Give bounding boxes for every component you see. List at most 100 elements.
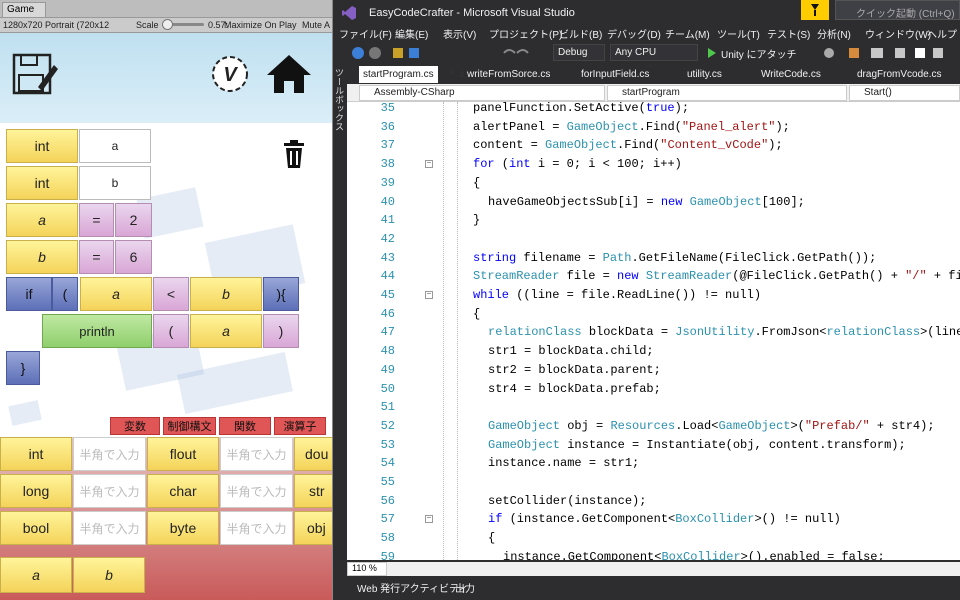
code-line[interactable]: 50 str4 = blockData.prefab; <box>347 380 960 399</box>
resolution-dropdown[interactable]: 1280x720 Portrait (720x12 <box>3 20 109 30</box>
block-type-int[interactable]: int <box>6 166 78 200</box>
code-line[interactable]: 47 relationClass blockData = JsonUtility.… <box>347 323 960 342</box>
palette-input[interactable]: 半角で入力 <box>73 511 146 545</box>
code-line[interactable]: 59 instance.GetComponent<BoxCollider>().e… <box>347 548 960 560</box>
block-compare-op[interactable]: < <box>153 277 189 311</box>
block-value[interactable]: 6 <box>115 240 152 274</box>
menu-debug[interactable]: デバッグ(D) <box>607 26 661 41</box>
code-editor[interactable]: 35 panelFunction.SetActive(true); 36 alertP… <box>347 102 960 560</box>
menu-window[interactable]: ウィンドウ(W) <box>865 26 931 41</box>
class-dropdown[interactable]: startProgram <box>607 85 847 101</box>
code-line[interactable]: 38 for (int i = 0; i < 100; i++) − <box>347 155 960 174</box>
block-println-open-paren[interactable]: ( <box>153 314 189 348</box>
block-if-close[interactable]: ){ <box>263 277 299 311</box>
code-line[interactable]: 55 <box>347 473 960 492</box>
code-line[interactable]: 45 while ((line = file.ReadLine()) != nul… <box>347 286 960 305</box>
block-var-b[interactable]: b <box>6 240 78 274</box>
member-dropdown[interactable]: Start() <box>849 85 960 101</box>
palette-type-byte[interactable]: byte <box>147 511 219 545</box>
block-println-arg[interactable]: a <box>190 314 262 348</box>
menu-analyze[interactable]: 分析(N) <box>817 26 851 41</box>
block-var-a[interactable]: a <box>6 203 78 237</box>
code-line[interactable]: 44 StreamReader file = new StreamReader(@… <box>347 267 960 286</box>
block-println-close-paren[interactable]: ) <box>263 314 299 348</box>
palette-input[interactable]: 半角で入力 <box>73 474 146 508</box>
file-tab-forinputfield[interactable]: forInputField.cs <box>581 66 649 83</box>
palette-var-b[interactable]: b <box>73 557 145 593</box>
palette-type-double[interactable]: dou <box>294 437 332 471</box>
palette-type-flout[interactable]: flout <box>147 437 219 471</box>
palette-type-int[interactable]: int <box>0 437 72 471</box>
menu-view[interactable]: 表示(V) <box>443 26 476 41</box>
save-file-icon[interactable] <box>12 53 58 102</box>
solution-config-dropdown[interactable]: Debug <box>553 44 605 61</box>
zoom-dropdown[interactable]: 110 % <box>347 562 387 576</box>
menu-test[interactable]: テスト(S) <box>767 26 810 41</box>
code-line[interactable]: 52 GameObject obj = Resources.Load<GameOb… <box>347 417 960 436</box>
palette-input[interactable]: 半角で入力 <box>220 474 293 508</box>
block-var-input[interactable]: a <box>79 129 151 163</box>
code-line[interactable]: 57 if (instance.GetComponent<BoxCollider>… <box>347 510 960 529</box>
menu-edit[interactable]: 編集(E) <box>395 26 428 41</box>
palette-type-object[interactable]: obj <box>294 511 332 545</box>
code-line[interactable]: 41} <box>347 211 960 230</box>
code-line[interactable]: 51 <box>347 398 960 417</box>
collapse-toggle-icon[interactable]: − <box>425 515 433 524</box>
palette-input[interactable]: 半角で入力 <box>220 511 293 545</box>
code-line[interactable]: 35 panelFunction.SetActive(true); <box>347 102 960 118</box>
scale-slider[interactable] <box>162 19 204 30</box>
menu-team[interactable]: チーム(M) <box>665 26 710 41</box>
code-line[interactable]: 43 string filename = Path.GetFileName(Fil… <box>347 249 960 268</box>
code-line[interactable]: 53 GameObject instance = Instantiate(obj,… <box>347 436 960 455</box>
attach-unity-button[interactable]: Unity にアタッチ <box>721 46 797 61</box>
palette-type-bool[interactable]: bool <box>0 511 72 545</box>
block-var-input[interactable]: b <box>79 166 151 200</box>
palette-type-long[interactable]: long <box>0 474 72 508</box>
block-if-open-paren[interactable]: ( <box>52 277 78 311</box>
code-line[interactable]: 39 { <box>347 174 960 193</box>
mute-audio-toggle[interactable]: Mute A <box>302 20 330 30</box>
code-line[interactable]: 40 haveGameObjectsSub[i] = new GameObject… <box>347 193 960 212</box>
block-if-keyword[interactable]: if <box>6 277 52 311</box>
code-line[interactable]: 42 <box>347 230 960 249</box>
palette-type-string[interactable]: str <box>294 474 332 508</box>
trash-icon[interactable] <box>283 139 305 174</box>
tab-functions[interactable]: 関数 <box>219 417 271 435</box>
file-tab-writefromsorce[interactable]: writeFromSorce.cs <box>467 66 550 83</box>
block-type-int[interactable]: int <box>6 129 78 163</box>
palette-input[interactable]: 半角で入力 <box>73 437 146 471</box>
vcode-logo-icon[interactable]: V <box>211 55 249 98</box>
file-tab-dragfromvcode[interactable]: dragFromVcode.cs <box>857 66 941 83</box>
tab-web-publish[interactable]: Web 発行アクティビティ <box>357 580 468 595</box>
code-line[interactable]: 58 { <box>347 529 960 548</box>
toolbox-sidebar[interactable]: ツールボックス <box>333 66 347 562</box>
home-icon[interactable] <box>266 53 312 100</box>
notifications-flag-icon[interactable] <box>801 0 829 20</box>
block-value[interactable]: 2 <box>115 203 152 237</box>
debug-tools-icon[interactable] <box>819 46 949 60</box>
menu-help[interactable]: ヘルプ <box>927 26 957 41</box>
block-close-brace[interactable]: } <box>6 351 40 385</box>
tab-operators[interactable]: 演算子 <box>274 417 326 435</box>
code-line[interactable]: 37 content = GameObject.Find("Content_vCo… <box>347 136 960 155</box>
code-line[interactable]: 46 { <box>347 305 960 324</box>
block-assign-op[interactable]: = <box>79 240 114 274</box>
palette-var-a[interactable]: a <box>0 557 72 593</box>
collapse-toggle-icon[interactable]: − <box>425 291 433 299</box>
code-line[interactable]: 48 str1 = blockData.child; <box>347 342 960 361</box>
block-if-lhs[interactable]: a <box>80 277 152 311</box>
block-println[interactable]: println <box>42 314 152 348</box>
undo-redo-icon[interactable] <box>501 46 531 60</box>
file-tab-utility[interactable]: utility.cs <box>687 66 722 83</box>
platform-dropdown[interactable]: Any CPU <box>610 44 698 61</box>
menu-tools[interactable]: ツール(T) <box>717 26 760 41</box>
nav-back-forward-icon[interactable] <box>351 46 431 60</box>
file-tab-startprogram[interactable]: startProgram.cs <box>359 66 438 83</box>
menu-project[interactable]: プロジェクト(P) <box>489 26 562 41</box>
tab-control-flow[interactable]: 制御構文 <box>163 417 216 435</box>
menu-file[interactable]: ファイル(F) <box>339 26 392 41</box>
tab-variables[interactable]: 変数 <box>110 417 160 435</box>
code-line[interactable]: 56 setCollider(instance); <box>347 492 960 511</box>
tab-pin-close-icon[interactable] <box>449 69 467 80</box>
block-if-rhs[interactable]: b <box>190 277 262 311</box>
